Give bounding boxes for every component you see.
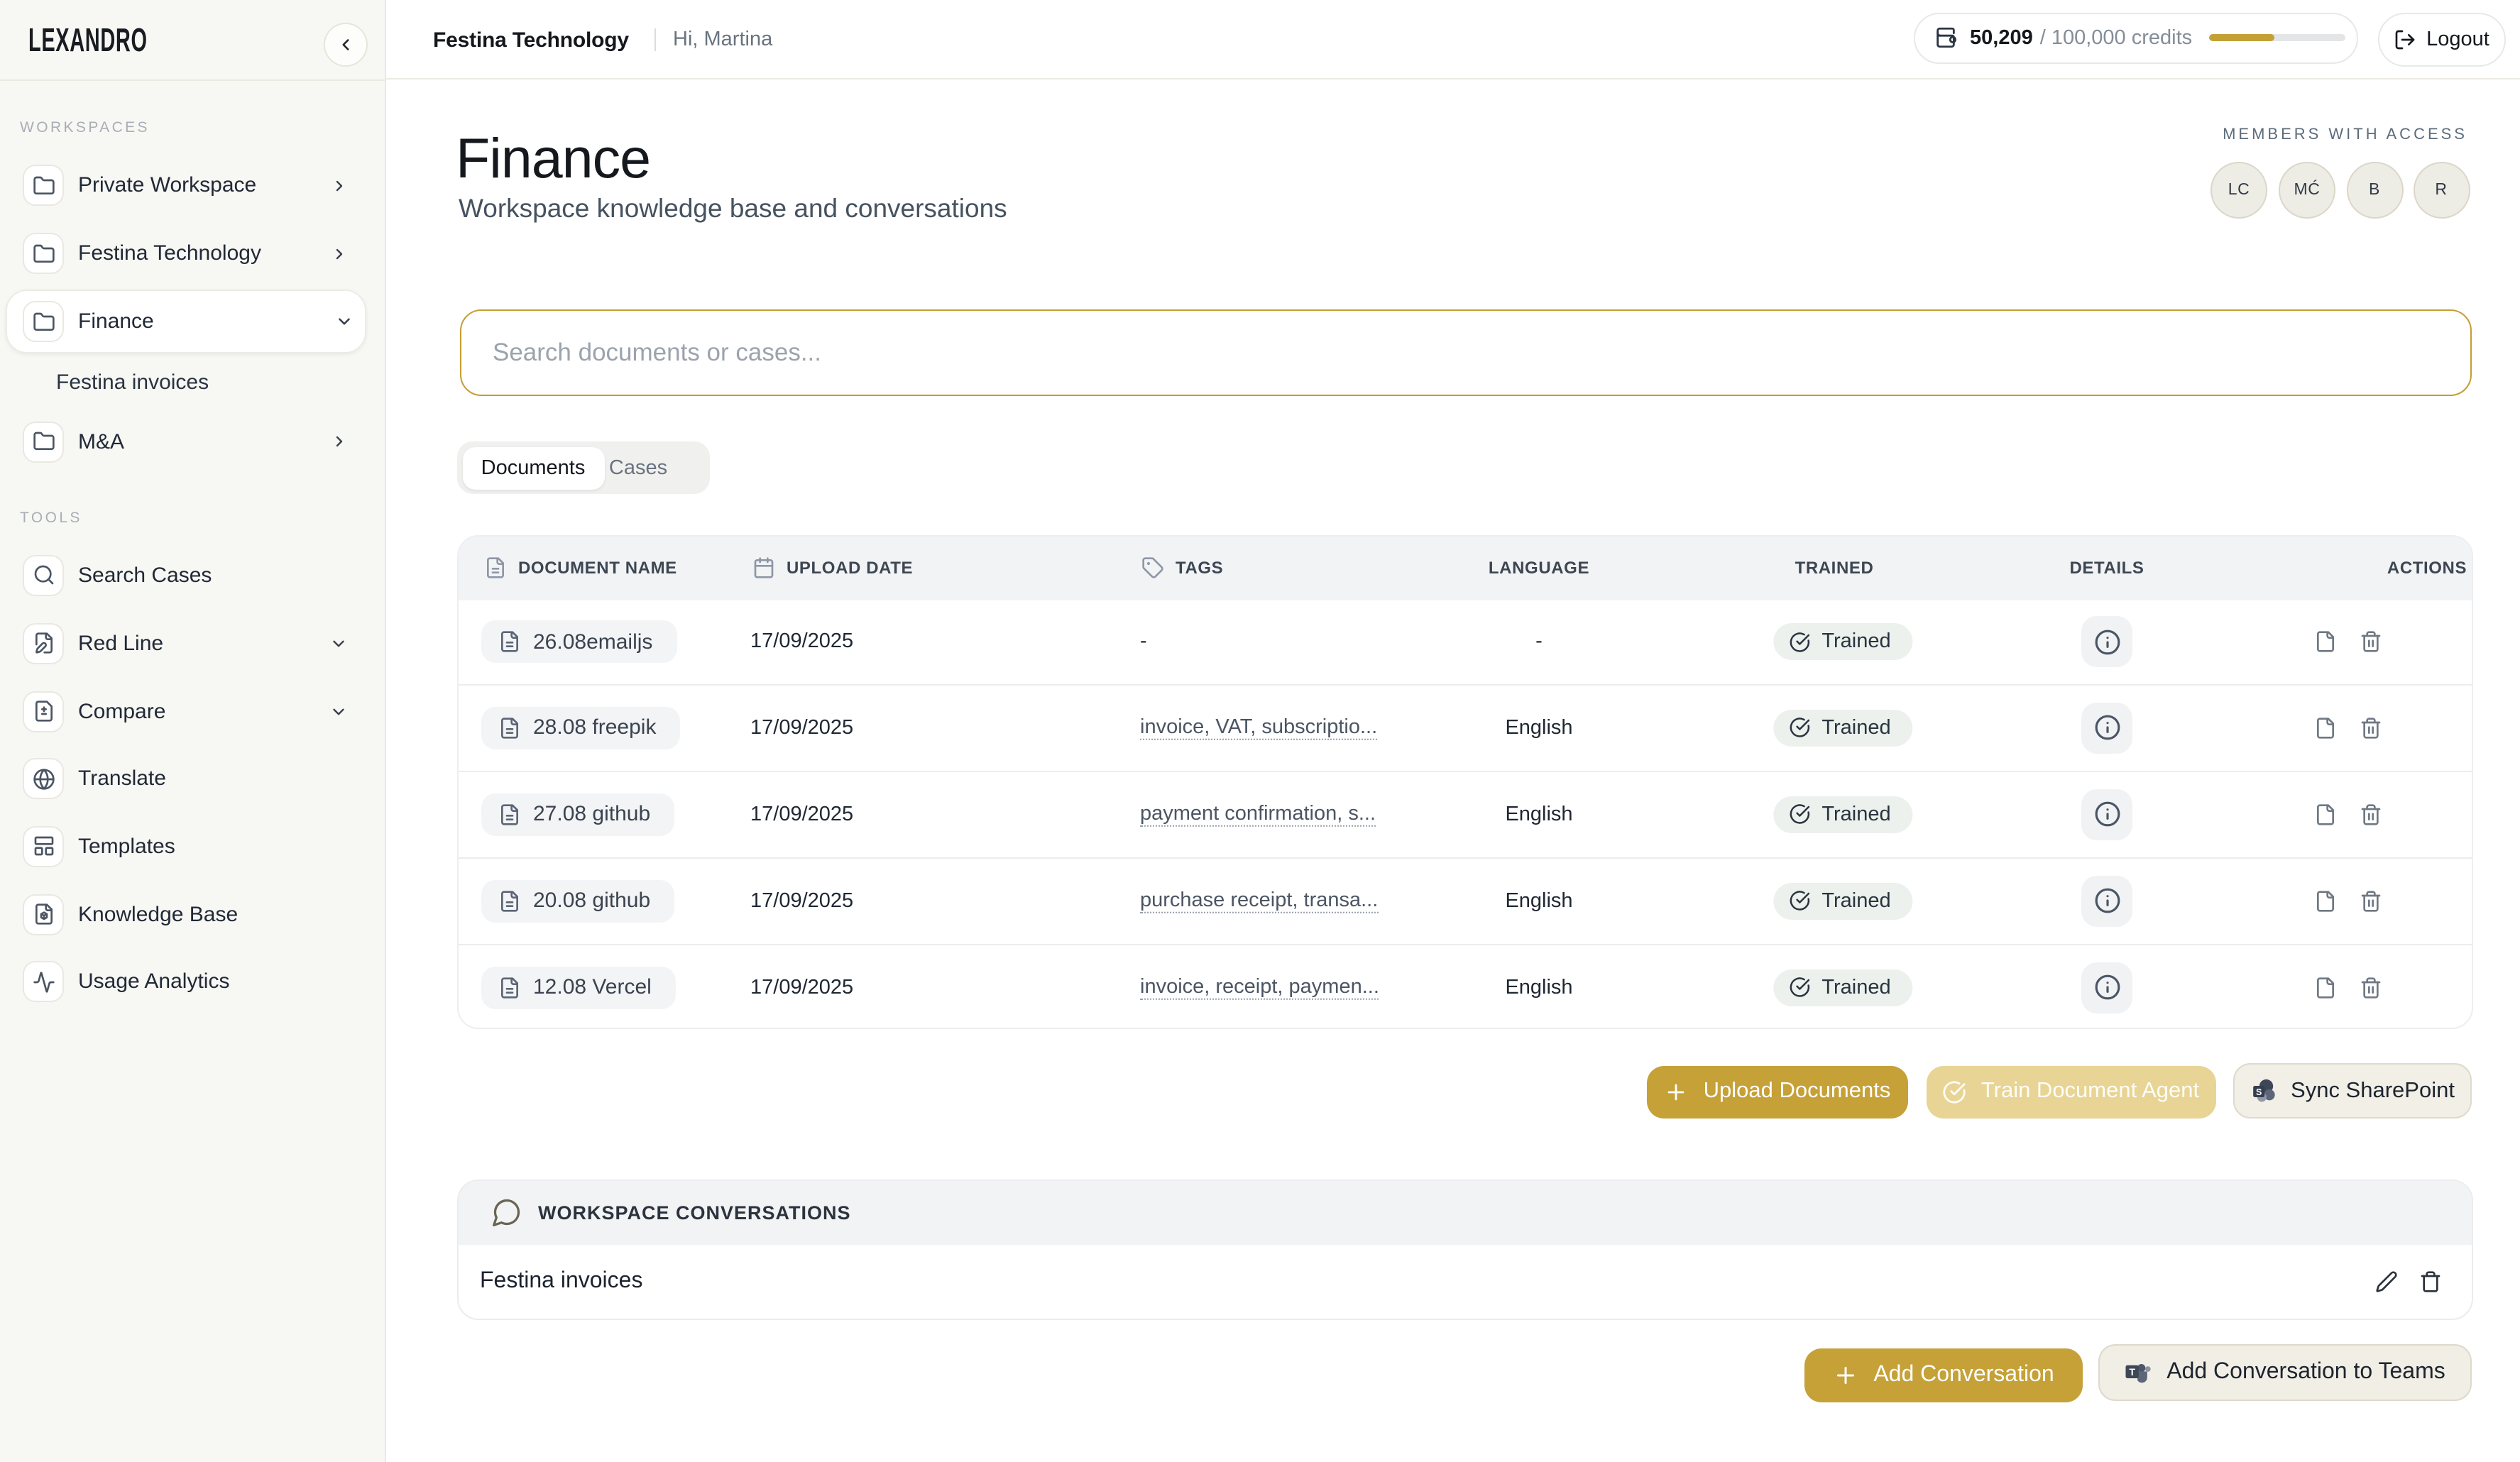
svg-text:S: S [2255, 1087, 2261, 1096]
svg-text:T: T [2130, 1367, 2136, 1378]
